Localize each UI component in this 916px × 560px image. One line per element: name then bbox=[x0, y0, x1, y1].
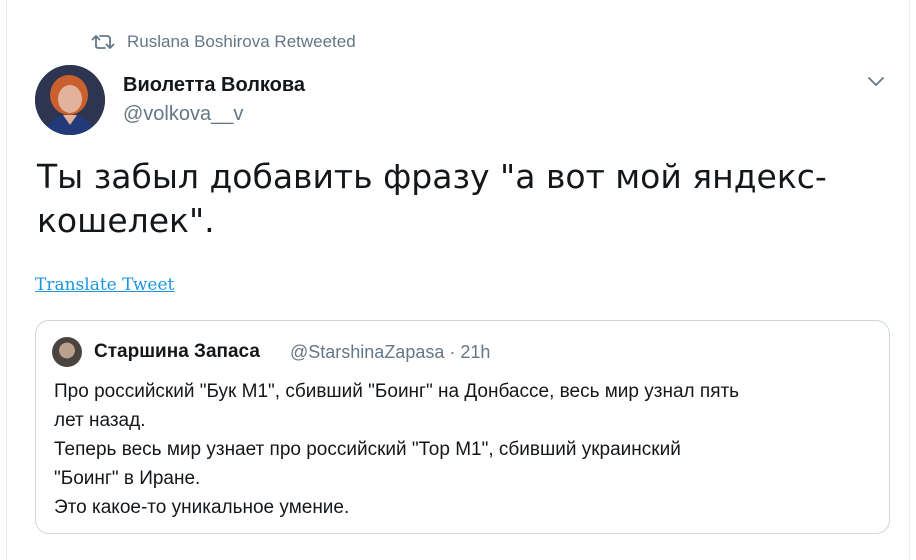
chevron-down-icon[interactable] bbox=[865, 70, 887, 92]
quoted-text-line: "Боинг" в Иране. bbox=[54, 468, 201, 489]
retweet-icon bbox=[91, 35, 115, 49]
quoted-author-meta: @StarshinaZapasa · 21h bbox=[290, 342, 491, 362]
avatar[interactable] bbox=[35, 65, 105, 135]
quoted-text-line: лет назад. bbox=[54, 410, 146, 431]
quoted-text-line: Про российский "Бук М1", сбивший "Боинг"… bbox=[54, 381, 740, 402]
quoted-tweet-text: Про российский "Бук М1", сбивший "Боинг"… bbox=[54, 377, 874, 522]
author-handle[interactable]: @volkova__v bbox=[123, 103, 243, 126]
translate-tweet-link[interactable]: Translate Tweet bbox=[35, 275, 174, 295]
quoted-tweet[interactable]: Старшина Запаса @StarshinaZapasa · 21h П… bbox=[35, 320, 890, 534]
quoted-text-line: Теперь весь мир узнает про российский "Т… bbox=[54, 439, 681, 460]
quoted-text-line: Это какое-то уникальное умение. bbox=[54, 497, 350, 518]
quoted-author-avatar[interactable] bbox=[52, 337, 82, 367]
tweet-card[interactable]: Ruslana Boshirova Retweeted Виолетта Вол… bbox=[6, 0, 910, 560]
retweet-context: Ruslana Boshirova Retweeted bbox=[91, 32, 356, 52]
tweet-text: Ты забыл добавить фразу "а вот мой яндек… bbox=[37, 155, 887, 243]
quoted-author-name[interactable]: Старшина Запаса bbox=[94, 341, 260, 363]
retweet-label[interactable]: Ruslana Boshirova Retweeted bbox=[127, 32, 356, 52]
tweet-text-line: кошелек". bbox=[37, 201, 215, 240]
tweet-text-line: Ты забыл добавить фразу "а вот мой яндек… bbox=[37, 157, 827, 196]
author-name[interactable]: Виолетта Волкова bbox=[123, 74, 305, 97]
